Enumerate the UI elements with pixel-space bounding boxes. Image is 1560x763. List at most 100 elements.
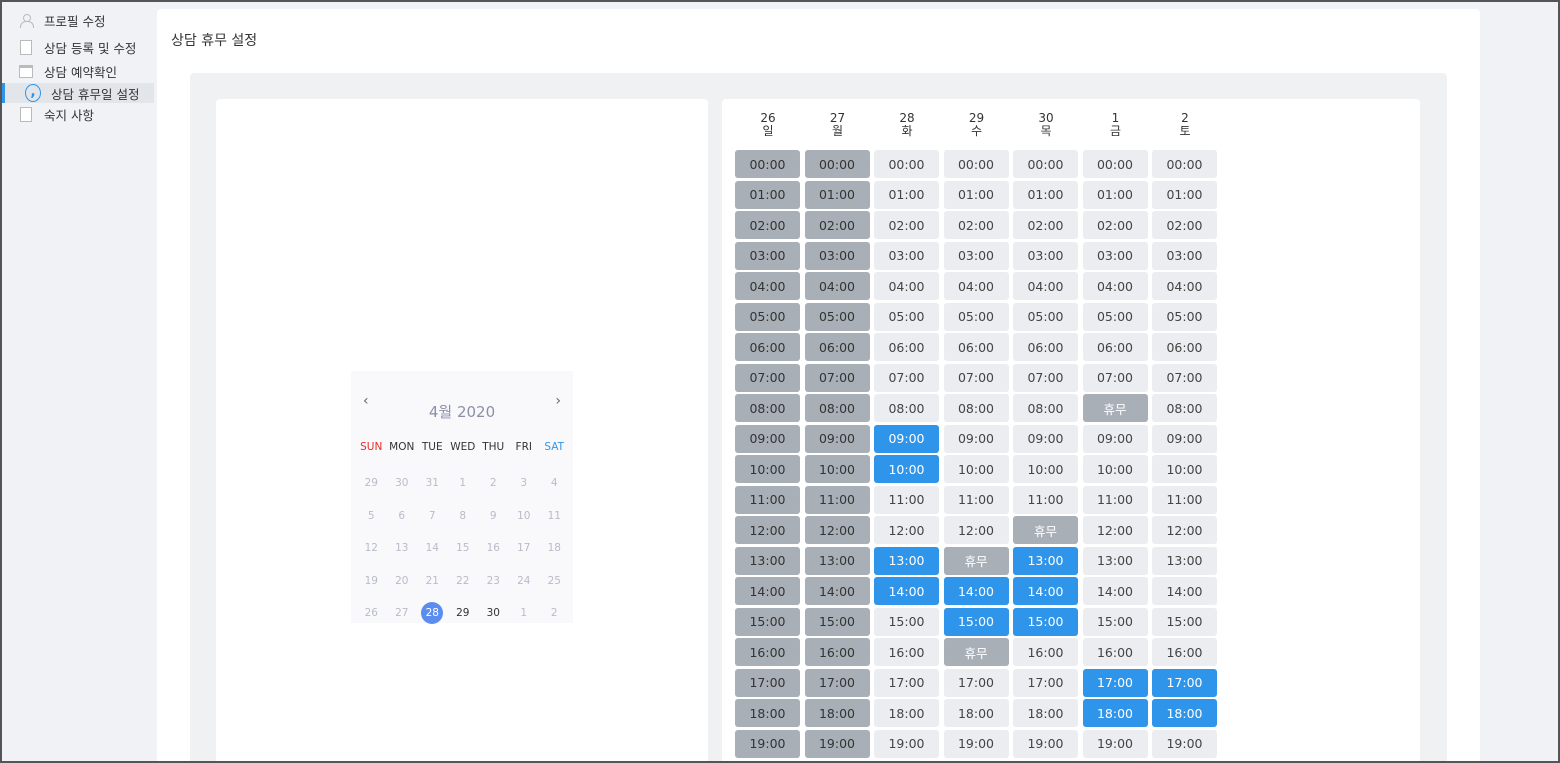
time-slot[interactable]: 03:00 [1013,241,1078,270]
time-slot[interactable]: 17:00 [735,668,800,697]
time-slot[interactable]: 02:00 [1082,211,1148,239]
calendar-day[interactable]: 15 [448,542,479,554]
sidebar-item-reservation-check[interactable]: 상담 예약확인 [2,59,154,83]
time-slot[interactable]: 06:00 [1152,333,1217,361]
time-slot[interactable]: 09:00 [735,424,800,453]
time-slot[interactable]: 16:00 [1013,638,1078,666]
time-slot[interactable]: 06:00 [735,333,800,361]
time-slot[interactable]: 06:00 [1013,333,1078,361]
time-slot[interactable]: 05:00 [943,302,1009,331]
calendar-day[interactable]: 31 [417,477,448,489]
booked-time-slot[interactable]: 17:00 [1082,668,1148,697]
time-slot[interactable]: 05:00 [874,302,939,331]
calendar-day[interactable]: 28 [417,602,448,625]
time-slot[interactable]: 18:00 [874,699,939,727]
time-slot[interactable]: 17:00 [1013,668,1078,697]
time-slot[interactable]: 11:00 [735,485,800,514]
calendar-day[interactable]: 29 [448,607,479,619]
time-slot[interactable]: 19:00 [1013,729,1078,758]
time-slot[interactable]: 18:00 [1013,699,1078,727]
booked-time-slot[interactable]: 15:00 [943,607,1009,636]
holiday-slot[interactable]: 휴무 [943,546,1009,575]
time-slot[interactable]: 00:00 [943,150,1009,178]
calendar-day[interactable]: 2 [539,607,570,619]
calendar-day[interactable]: 10 [509,510,540,522]
time-slot[interactable]: 01:00 [1082,180,1148,209]
calendar-day[interactable]: 2 [478,477,509,489]
time-slot[interactable]: 06:00 [804,333,870,361]
calendar-day[interactable]: 25 [539,575,570,587]
time-slot[interactable]: 16:00 [1152,638,1217,666]
booked-time-slot[interactable]: 13:00 [874,546,939,575]
time-slot[interactable]: 05:00 [804,302,870,331]
time-slot[interactable]: 09:00 [1082,424,1148,453]
time-slot[interactable]: 07:00 [804,363,870,392]
time-slot[interactable]: 13:00 [804,546,870,575]
booked-time-slot[interactable]: 14:00 [943,577,1009,605]
time-slot[interactable]: 00:00 [804,150,870,178]
time-slot[interactable]: 08:00 [1013,394,1078,422]
time-slot[interactable]: 02:00 [804,211,870,239]
time-slot[interactable]: 10:00 [1152,455,1217,483]
calendar-day[interactable]: 1 [509,607,540,619]
time-slot[interactable]: 14:00 [1152,577,1217,605]
time-slot[interactable]: 08:00 [943,394,1009,422]
time-slot[interactable]: 04:00 [1082,272,1148,300]
time-slot[interactable]: 08:00 [804,394,870,422]
time-slot[interactable]: 01:00 [874,180,939,209]
time-slot[interactable]: 12:00 [1152,516,1217,544]
calendar-day[interactable]: 20 [387,575,418,587]
time-slot[interactable]: 05:00 [735,302,800,331]
time-slot[interactable]: 09:00 [804,424,870,453]
time-slot[interactable]: 06:00 [874,333,939,361]
time-slot[interactable]: 15:00 [804,607,870,636]
calendar-day[interactable]: 3 [509,477,540,489]
time-slot[interactable]: 00:00 [874,150,939,178]
time-slot[interactable]: 05:00 [1082,302,1148,331]
time-slot[interactable]: 06:00 [1082,333,1148,361]
time-slot[interactable]: 06:00 [943,333,1009,361]
calendar-day[interactable]: 30 [387,477,418,489]
booked-time-slot[interactable]: 10:00 [874,455,939,483]
time-slot[interactable]: 11:00 [1013,485,1078,514]
time-slot[interactable]: 16:00 [735,638,800,666]
calendar-day[interactable]: 14 [417,542,448,554]
time-slot[interactable]: 10:00 [1082,455,1148,483]
time-slot[interactable]: 03:00 [874,241,939,270]
time-slot[interactable]: 00:00 [735,150,800,178]
calendar-day[interactable]: 16 [478,542,509,554]
time-slot[interactable]: 11:00 [1152,485,1217,514]
calendar-day[interactable]: 19 [356,575,387,587]
time-slot[interactable]: 04:00 [1152,272,1217,300]
time-slot[interactable]: 02:00 [943,211,1009,239]
time-slot[interactable]: 08:00 [874,394,939,422]
time-slot[interactable]: 18:00 [804,699,870,727]
calendar-day[interactable]: 9 [478,510,509,522]
time-slot[interactable]: 16:00 [804,638,870,666]
time-slot[interactable]: 00:00 [1152,150,1217,178]
time-slot[interactable]: 10:00 [1013,455,1078,483]
time-slot[interactable]: 19:00 [735,729,800,758]
time-slot[interactable]: 05:00 [1152,302,1217,331]
time-slot[interactable]: 16:00 [1082,638,1148,666]
sidebar-item-consult-register[interactable]: 상담 등록 및 수정 [2,35,154,59]
time-slot[interactable]: 19:00 [943,729,1009,758]
time-slot[interactable]: 04:00 [943,272,1009,300]
time-slot[interactable]: 19:00 [1152,729,1217,758]
calendar-day[interactable]: 30 [478,607,509,619]
time-slot[interactable]: 13:00 [1152,546,1217,575]
time-slot[interactable]: 03:00 [1152,241,1217,270]
time-slot[interactable]: 14:00 [804,577,870,605]
booked-time-slot[interactable]: 17:00 [1152,668,1217,697]
time-slot[interactable]: 01:00 [804,180,870,209]
time-slot[interactable]: 12:00 [943,516,1009,544]
time-slot[interactable]: 04:00 [874,272,939,300]
time-slot[interactable]: 11:00 [1082,485,1148,514]
time-slot[interactable]: 09:00 [1013,424,1078,453]
time-slot[interactable]: 15:00 [1082,607,1148,636]
time-slot[interactable]: 09:00 [943,424,1009,453]
time-slot[interactable]: 10:00 [804,455,870,483]
time-slot[interactable]: 02:00 [1013,211,1078,239]
time-slot[interactable]: 07:00 [1013,363,1078,392]
time-slot[interactable]: 00:00 [1013,150,1078,178]
